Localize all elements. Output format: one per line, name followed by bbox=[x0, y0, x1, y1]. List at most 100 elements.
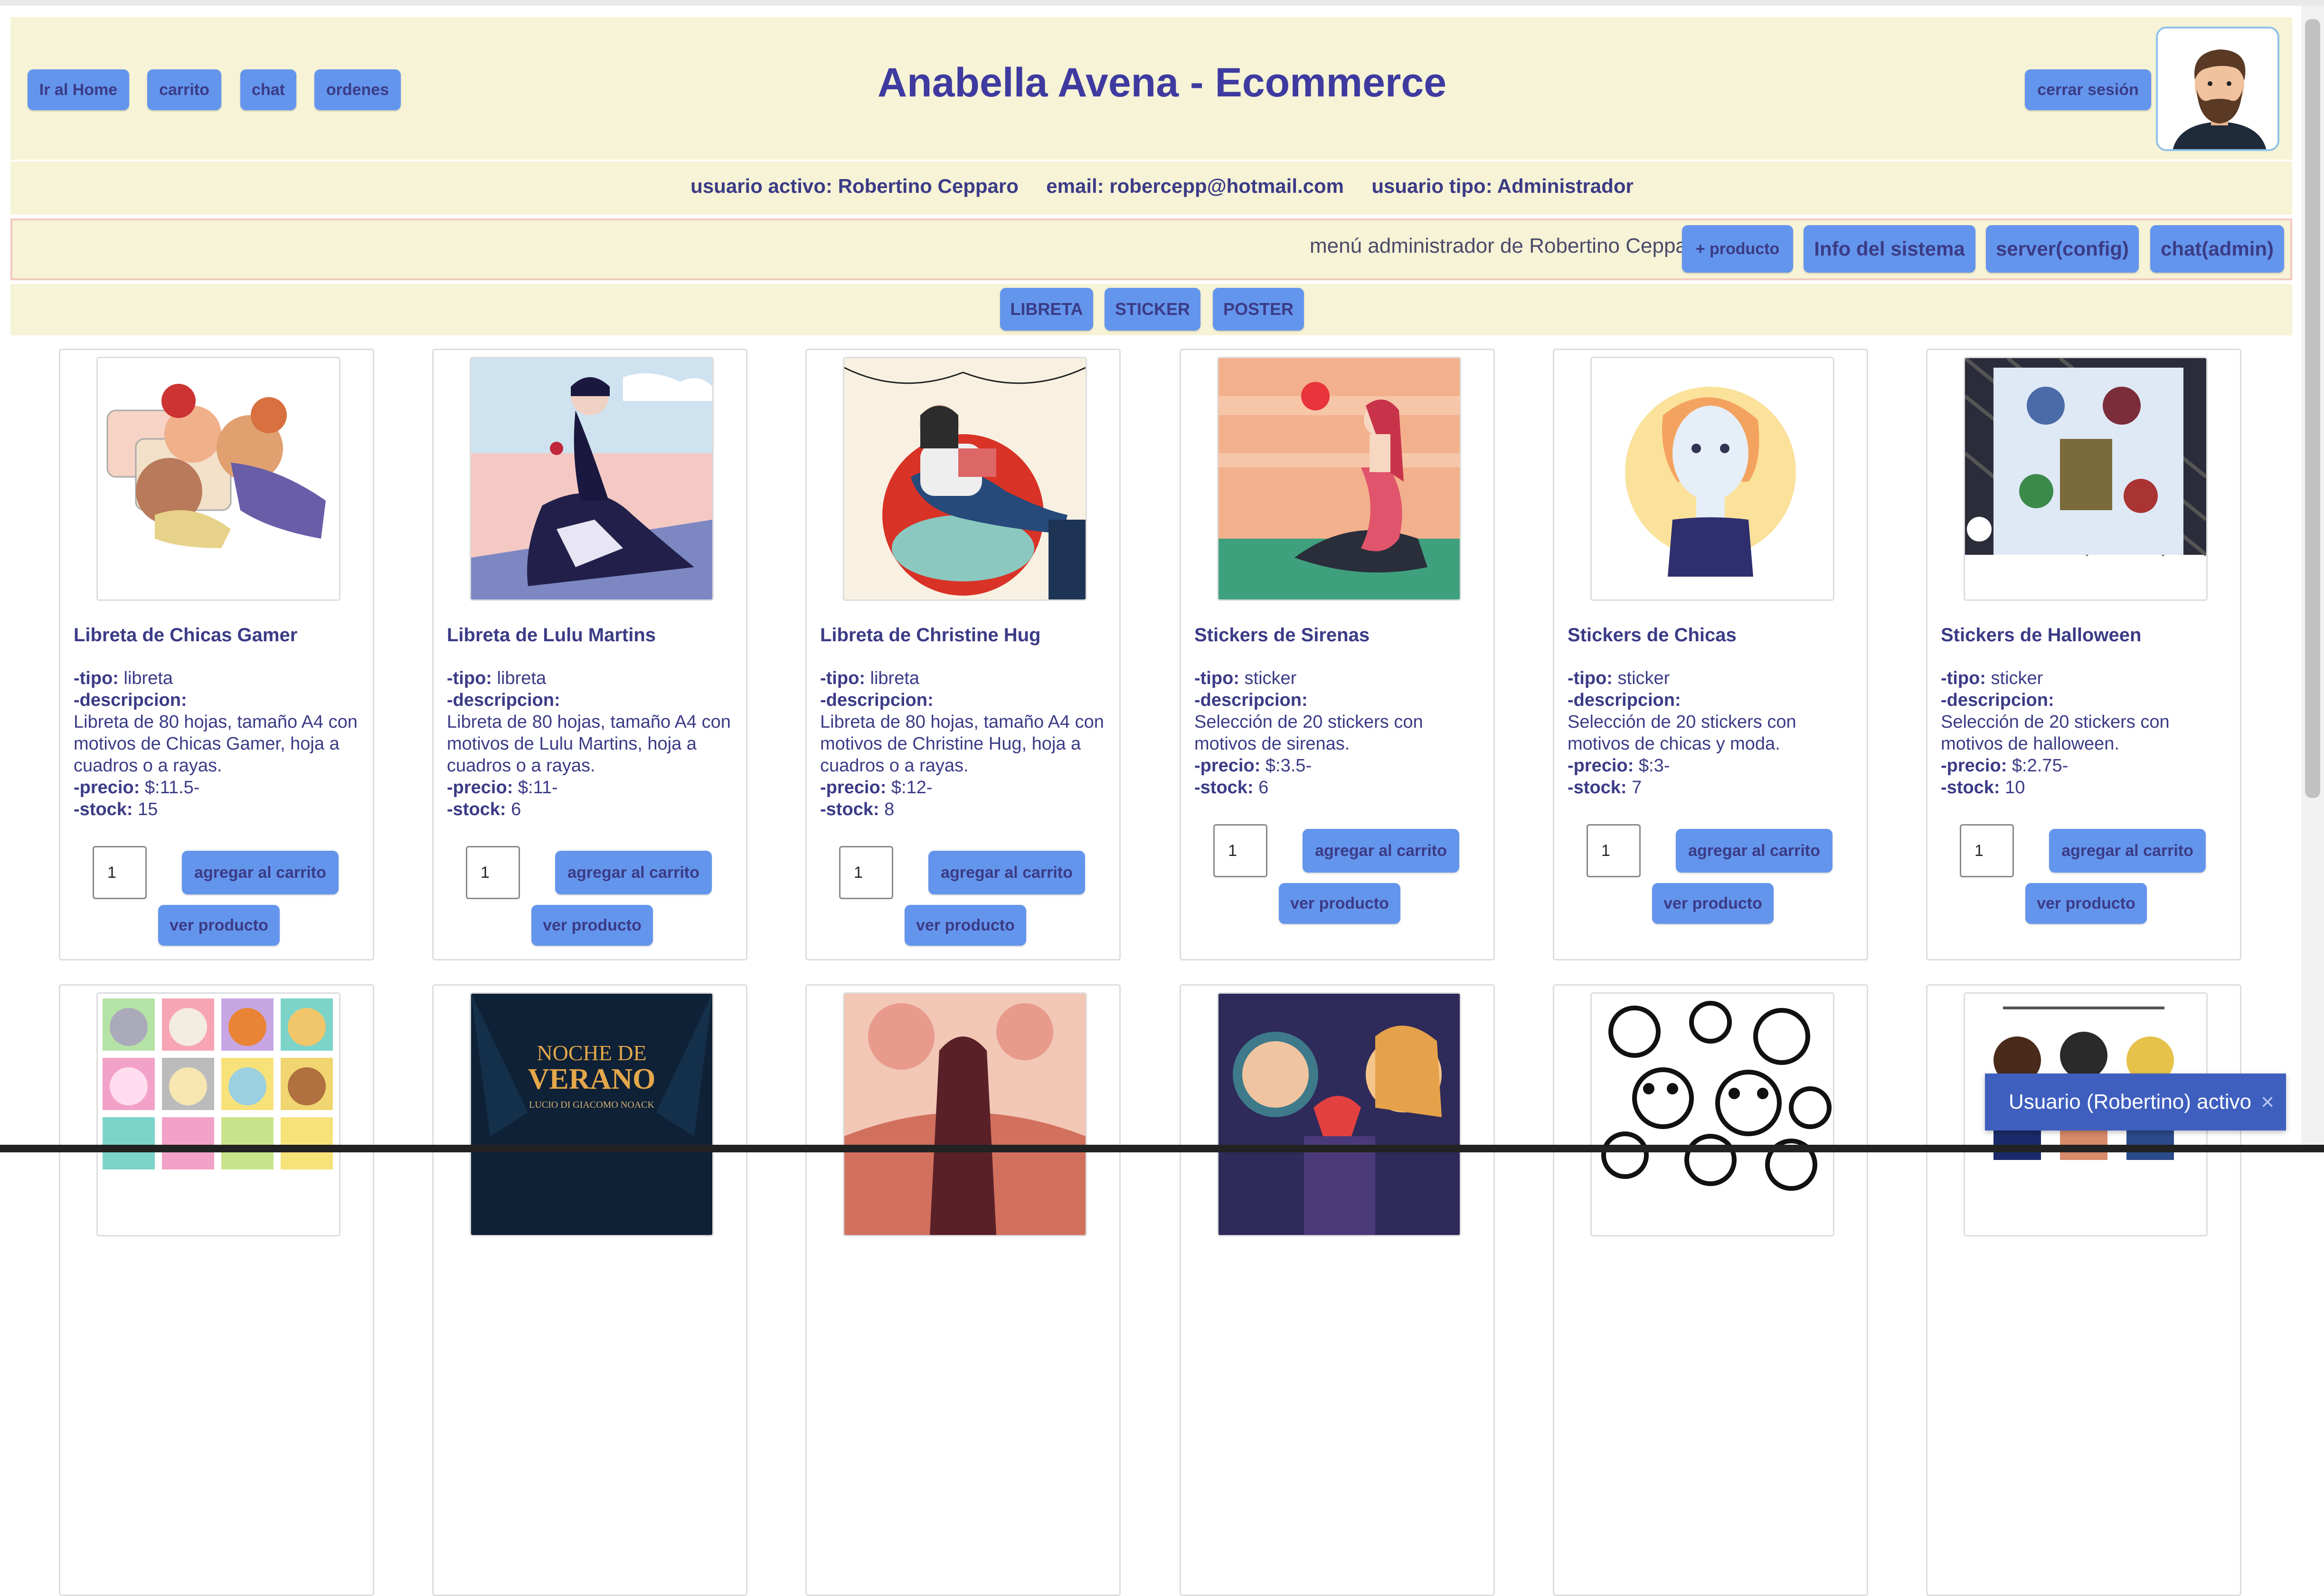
view-product-button[interactable]: ver producto bbox=[531, 905, 653, 946]
add-to-cart-button[interactable]: agregar al carrito bbox=[555, 851, 712, 894]
product-image[interactable]: NOCHE DE VERANO LUCIO DI GIACOMO NOACK bbox=[470, 992, 714, 1236]
stock-label: -stock: bbox=[1941, 778, 2000, 798]
product-details: -tipo: sticker -descripcion: Selección d… bbox=[1568, 667, 1857, 798]
precio-value: $:11.5- bbox=[144, 778, 200, 798]
product-title[interactable]: Libreta de Christine Hug bbox=[820, 625, 1041, 646]
product-image[interactable] bbox=[96, 992, 340, 1236]
tipo-label: -tipo: bbox=[1194, 668, 1239, 688]
filter-poster-button[interactable]: POSTER bbox=[1213, 288, 1304, 331]
precio-value: $:11- bbox=[518, 778, 558, 798]
product-image[interactable] bbox=[1590, 357, 1834, 601]
system-info-button[interactable]: Info del sistema bbox=[1804, 225, 1975, 273]
filter-sticker-button[interactable]: STICKER bbox=[1105, 288, 1200, 331]
quantity-input[interactable]: 1 bbox=[93, 846, 147, 899]
product-card: Stickers de Chicas -tipo: sticker -descr… bbox=[1553, 349, 1868, 960]
close-icon[interactable]: × bbox=[2261, 1089, 2274, 1115]
poster-title-2: VERANO bbox=[528, 1063, 656, 1095]
product-card bbox=[1180, 984, 1495, 1596]
precio-label: -precio: bbox=[1568, 756, 1634, 776]
add-to-cart-button[interactable]: agregar al carrito bbox=[928, 851, 1085, 894]
product-illustration: NOCHE DE VERANO LUCIO DI GIACOMO NOACK bbox=[471, 994, 712, 1235]
stock-value: 6 bbox=[1258, 778, 1269, 798]
quantity-input[interactable]: 1 bbox=[1587, 824, 1641, 877]
poster-title: NOCHE DE bbox=[537, 1041, 646, 1065]
view-product-button[interactable]: ver producto bbox=[905, 905, 1026, 946]
product-title[interactable]: Libreta de Chicas Gamer bbox=[74, 625, 297, 646]
product-illustration bbox=[844, 994, 1086, 1235]
avatar[interactable] bbox=[2156, 27, 2279, 151]
product-image[interactable] bbox=[1217, 992, 1461, 1236]
server-config-button[interactable]: server(config) bbox=[1986, 225, 2139, 273]
stock-label: -stock: bbox=[1194, 778, 1254, 798]
add-to-cart-button[interactable]: agregar al carrito bbox=[182, 851, 339, 894]
scrollbar-thumb[interactable] bbox=[2305, 19, 2320, 798]
add-to-cart-button[interactable]: agregar al carrito bbox=[1676, 829, 1833, 873]
tipo-label: -tipo: bbox=[1568, 668, 1613, 688]
product-title[interactable]: Stickers de Chicas bbox=[1568, 625, 1737, 646]
tipo-value: libreta bbox=[123, 668, 173, 688]
precio-value: $:12- bbox=[891, 778, 933, 798]
product-title[interactable]: Stickers de Halloween bbox=[1941, 625, 2141, 646]
view-product-button[interactable]: ver producto bbox=[2025, 883, 2147, 924]
active-user-toast: Usuario (Robertino) activo × bbox=[1985, 1074, 2286, 1130]
descripcion-value: Libreta de 80 hojas, tamaño A4 con motiv… bbox=[820, 712, 1104, 776]
product-image[interactable] bbox=[1590, 992, 1834, 1236]
filter-libreta-button[interactable]: LIBRETA bbox=[1000, 288, 1093, 331]
product-illustration bbox=[98, 994, 339, 1235]
product-card: Stickers de Halloween -tipo: sticker -de… bbox=[1926, 349, 2241, 960]
stock-label: -stock: bbox=[74, 799, 133, 819]
product-card bbox=[805, 984, 1121, 1596]
view-product-button[interactable]: ver producto bbox=[1652, 883, 1774, 924]
product-card: NOCHE DE VERANO LUCIO DI GIACOMO NOACK bbox=[432, 984, 747, 1596]
product-image[interactable] bbox=[843, 357, 1087, 601]
add-to-cart-button[interactable]: agregar al carrito bbox=[2049, 829, 2206, 873]
quantity-input[interactable]: 1 bbox=[466, 846, 520, 899]
product-illustration bbox=[1219, 994, 1460, 1235]
product-image[interactable] bbox=[96, 357, 340, 601]
admin-menu-label: menú administrador de Robertino Cepparo bbox=[1310, 234, 1706, 257]
add-to-cart-button[interactable]: agregar al carrito bbox=[1303, 829, 1459, 873]
quantity-input[interactable]: 1 bbox=[1960, 824, 2014, 877]
product-title[interactable]: Libreta de Lulu Martins bbox=[447, 625, 656, 646]
chat-admin-button[interactable]: chat(admin) bbox=[2150, 225, 2284, 273]
user-avatar-icon bbox=[2158, 28, 2277, 149]
tipo-value: sticker bbox=[1617, 668, 1670, 688]
product-title[interactable]: Stickers de Sirenas bbox=[1194, 625, 1370, 646]
product-image[interactable] bbox=[843, 992, 1087, 1236]
stock-value: 7 bbox=[1632, 778, 1642, 798]
user-info: usuario activo: Robertino Cepparo email:… bbox=[690, 175, 1634, 197]
quantity-input[interactable]: 1 bbox=[1213, 824, 1267, 877]
product-image[interactable] bbox=[1217, 357, 1461, 601]
view-product-button[interactable]: ver producto bbox=[158, 905, 280, 946]
quantity-input[interactable]: 1 bbox=[839, 846, 893, 899]
product-card bbox=[1553, 984, 1868, 1596]
add-product-button[interactable]: + producto bbox=[1682, 225, 1793, 273]
descripcion-value: Selección de 20 stickers con motivos de … bbox=[1941, 712, 2170, 754]
toast-text: Usuario (Robertino) activo bbox=[2009, 1090, 2252, 1113]
tipo-label: -tipo: bbox=[447, 668, 492, 688]
stock-label: -stock: bbox=[820, 799, 879, 819]
precio-value: $:3- bbox=[1638, 756, 1670, 776]
precio-label: -precio: bbox=[447, 778, 513, 798]
tipo-label: -tipo: bbox=[74, 668, 119, 688]
product-card: Stickers de Sirenas -tipo: sticker -desc… bbox=[1180, 349, 1495, 960]
product-card: Libreta de Chicas Gamer -tipo: libreta -… bbox=[59, 349, 374, 960]
product-details: -tipo: sticker -descripcion: Selección d… bbox=[1941, 667, 2230, 798]
bottom-bar bbox=[0, 1145, 2324, 1152]
product-details: -tipo: sticker -descripcion: Selección d… bbox=[1194, 667, 1484, 798]
descripcion-label: -descripcion: bbox=[1568, 690, 1681, 710]
product-image[interactable] bbox=[470, 357, 714, 601]
precio-label: -precio: bbox=[1194, 756, 1261, 776]
product-illustration bbox=[98, 358, 339, 599]
browser-top-line bbox=[0, 0, 2324, 6]
product-card bbox=[59, 984, 374, 1596]
descripcion-label: -descripcion: bbox=[820, 690, 934, 710]
product-image[interactable] bbox=[1964, 357, 2208, 601]
logout-button[interactable]: cerrar sesión bbox=[2025, 69, 2151, 110]
descripcion-label: -descripcion: bbox=[1941, 690, 2054, 710]
view-product-button[interactable]: ver producto bbox=[1279, 883, 1400, 924]
descripcion-value: Libreta de 80 hojas, tamaño A4 con motiv… bbox=[74, 712, 358, 776]
poster-subtitle: LUCIO DI GIACOMO NOACK bbox=[529, 1100, 654, 1110]
product-card: Libreta de Christine Hug -tipo: libreta … bbox=[805, 349, 1121, 960]
descripcion-value: Libreta de 80 hojas, tamaño A4 con motiv… bbox=[447, 712, 731, 776]
